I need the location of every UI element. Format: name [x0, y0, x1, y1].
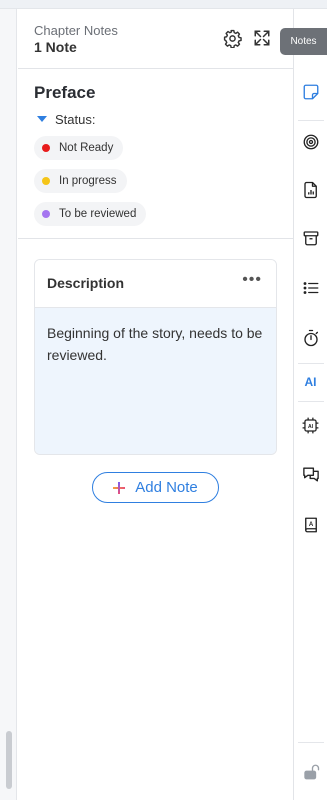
status-chip-to-be-reviewed[interactable]: To be reviewed: [34, 202, 147, 226]
status-dot: [42, 144, 50, 152]
add-note-button[interactable]: Add Note: [92, 472, 219, 503]
rail-archive-button[interactable]: [294, 224, 327, 252]
rail-divider: [298, 120, 324, 121]
rail-ai-chip-button[interactable]: AI: [294, 411, 327, 439]
editor-scroll-gutter: [0, 9, 17, 800]
settings-button[interactable]: [221, 27, 243, 49]
status-dot: [42, 210, 50, 218]
status-list: Not Ready In progress To be reviewed: [34, 127, 277, 226]
add-note-label: Add Note: [135, 479, 198, 496]
preface-section: Preface Status: Not Ready In progress To…: [18, 69, 293, 239]
gear-icon: [223, 29, 242, 48]
svg-text:A: A: [308, 522, 313, 528]
list-icon: [303, 282, 318, 294]
caret-down-icon: [37, 116, 47, 122]
rail-divider: [298, 363, 324, 364]
notes-tooltip: Notes: [280, 28, 327, 55]
note-body[interactable]: Beginning of the story, needs to be revi…: [35, 308, 276, 454]
window-top-strip: [0, 0, 327, 9]
unlock-icon: [303, 764, 319, 780]
rail-report-button[interactable]: [294, 176, 327, 204]
ai-chip-icon: AI: [302, 417, 319, 433]
archive-icon: [303, 231, 318, 246]
status-chip-not-ready[interactable]: Not Ready: [34, 136, 124, 160]
chat-icon: [302, 466, 319, 482]
rail-lock-button[interactable]: [294, 758, 327, 786]
status-chip-label: Not Ready: [59, 142, 114, 154]
notes-panel: Chapter Notes 1 Note Preface Status: Not…: [18, 9, 293, 800]
note-count: 1 Note: [34, 39, 77, 55]
panel-header: Chapter Notes 1 Note: [18, 9, 293, 69]
expand-icon: [254, 30, 270, 46]
rail-notes-button[interactable]: [294, 78, 327, 106]
rail-book-button[interactable]: A: [294, 511, 327, 539]
rail-ai-button[interactable]: AI: [294, 368, 327, 396]
rail-outline-button[interactable]: [294, 274, 327, 302]
status-chip-label: In progress: [59, 175, 117, 187]
expand-button[interactable]: [251, 27, 273, 49]
plus-icon: [113, 481, 126, 494]
rail-goals-button[interactable]: [294, 128, 327, 156]
ai-label: AI: [304, 375, 317, 389]
status-chip-label: To be reviewed: [59, 208, 137, 220]
rail-timer-button[interactable]: [294, 324, 327, 352]
note-card: Description ••• Beginning of the story, …: [34, 259, 277, 455]
note-card-header: Description •••: [35, 260, 276, 308]
status-chip-in-progress[interactable]: In progress: [34, 169, 127, 193]
status-toggle[interactable]: Status:: [34, 111, 277, 127]
rail-comments-button[interactable]: [294, 460, 327, 488]
stopwatch-icon: [303, 329, 318, 347]
status-dot: [42, 177, 50, 185]
note-title: Description: [47, 275, 125, 291]
target-icon: [303, 134, 318, 150]
sticky-note-icon: [303, 84, 318, 100]
section-title: Preface: [34, 83, 96, 102]
rail-divider: [298, 401, 324, 402]
book-icon: A: [304, 517, 317, 533]
more-options-button[interactable]: •••: [242, 271, 262, 289]
right-tool-rail: AI AI A: [293, 9, 327, 800]
status-label: Status:: [55, 111, 96, 127]
document-chart-icon: [303, 181, 317, 199]
rail-divider: [298, 742, 324, 743]
svg-text:AI: AI: [308, 423, 314, 429]
panel-caption: Chapter Notes: [34, 23, 118, 38]
scrollbar-thumb[interactable]: [6, 731, 12, 789]
